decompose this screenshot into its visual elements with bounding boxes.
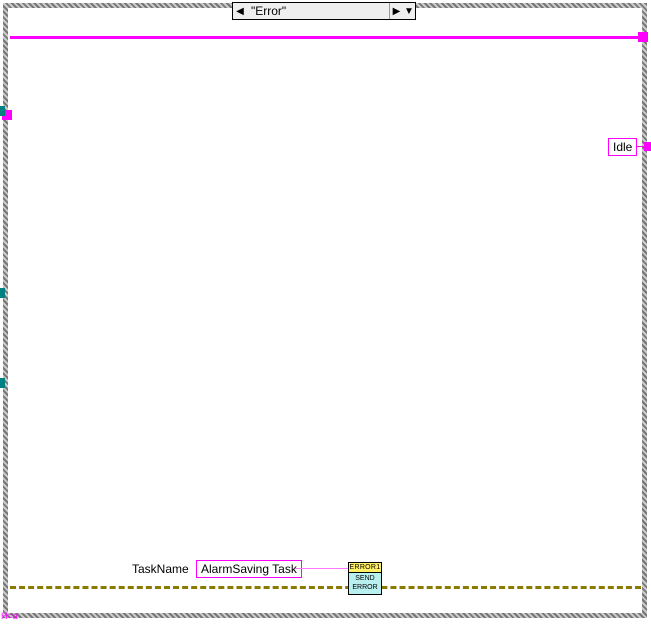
wire-error-cluster — [10, 586, 641, 589]
send-error-subvi[interactable]: ERROR1 SEND ERROR — [348, 562, 382, 595]
case-selector[interactable]: ◀ "Error" ▶ ▼ — [232, 2, 416, 20]
edge-connector-b — [0, 288, 5, 298]
case-structure-frame — [3, 3, 647, 618]
send-error-vi-header: ERROR1 — [348, 562, 382, 573]
send-error-line2: ERROR — [349, 583, 381, 592]
taskname-string-constant[interactable]: AlarmSaving Task — [196, 560, 302, 578]
taskname-label: TaskName — [132, 562, 189, 576]
edge-connector-c — [0, 378, 5, 388]
send-error-line1: SEND — [349, 574, 381, 583]
wire-state-cluster — [10, 36, 641, 39]
case-next-arrow-icon[interactable]: ▶ — [389, 3, 403, 19]
edge-connector-a — [0, 106, 5, 116]
case-prev-arrow-icon[interactable]: ◀ — [233, 3, 247, 19]
case-selector-label: "Error" — [247, 4, 389, 18]
footer-tag: H=a — [1, 611, 18, 621]
tunnel-state-out — [638, 32, 648, 42]
case-dropdown-arrow-icon[interactable]: ▼ — [403, 3, 415, 19]
send-error-vi-body: SEND ERROR — [348, 573, 382, 595]
tunnel-idle-out — [644, 142, 651, 151]
wire-taskname — [295, 568, 349, 569]
idle-state-constant[interactable]: Idle — [608, 138, 637, 156]
